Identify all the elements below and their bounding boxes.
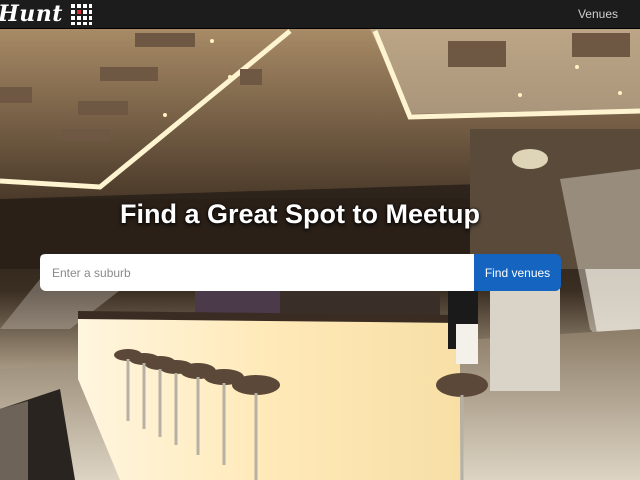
search-icon bbox=[40, 254, 50, 264]
top-navbar: Hunt Venues M bbox=[0, 0, 640, 29]
hero-headline: Find a Great Spot to Meetup bbox=[119, 199, 480, 229]
hero-section: Find a Great Spot to Meetup Find venues bbox=[0, 29, 640, 480]
find-venues-button-label: Find venues bbox=[484, 265, 551, 280]
logo-text: Hunt bbox=[0, 1, 63, 27]
nav-links: Venues M bbox=[556, 0, 640, 28]
suburb-search-input[interactable] bbox=[40, 254, 474, 291]
find-venues-button[interactable]: Find venues bbox=[40, 254, 561, 291]
site-logo[interactable]: Hunt bbox=[0, 0, 93, 28]
venue-search-form: Find venues bbox=[40, 254, 561, 291]
nav-link-venues[interactable]: Venues bbox=[578, 7, 618, 21]
logo-dot-grid-icon bbox=[68, 2, 93, 26]
